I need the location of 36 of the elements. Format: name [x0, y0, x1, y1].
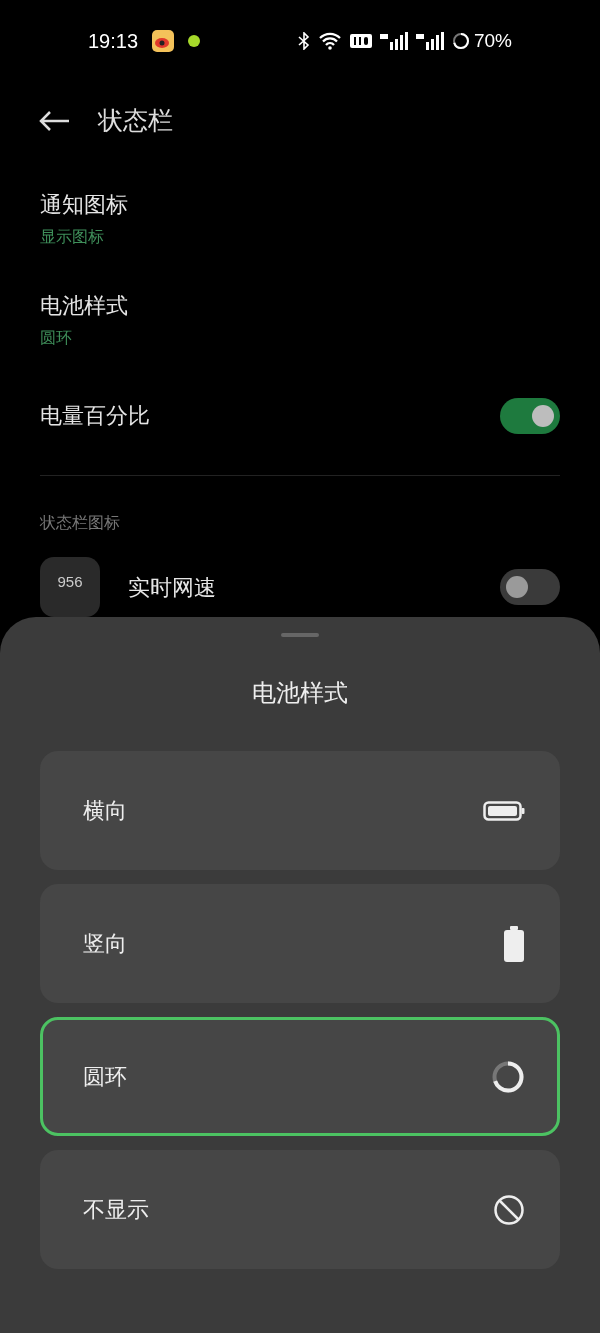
setting-value: 显示图标: [40, 227, 105, 247]
setting-title[interactable]: 通知图标: [40, 188, 560, 221]
toggle-switch[interactable]: [500, 397, 560, 434]
section-title: 状态栏图标: [40, 514, 120, 531]
option-label: 不显示: [83, 1196, 149, 1224]
ring-battery-icon: [491, 1059, 525, 1094]
option-label: 横向: [83, 797, 127, 825]
wifi-icon: [317, 32, 342, 50]
horizontal-battery-icon: [483, 799, 525, 822]
battery-style-option[interactable]: 横向: [40, 751, 560, 870]
prohibited-icon: [493, 1193, 525, 1226]
app-notification-icon: [152, 30, 175, 52]
sheet-title: 电池样式: [252, 678, 348, 708]
battery-style-option[interactable]: 圆环: [40, 1017, 560, 1136]
hd-icon: [349, 33, 372, 49]
cellular-signal-icon: [415, 32, 444, 50]
cellular-signal-icon: [379, 32, 408, 50]
battery-style-option[interactable]: 不显示: [40, 1150, 560, 1269]
setting-title: 实时网速: [128, 573, 216, 602]
status-time: 19:13: [88, 29, 139, 54]
option-label: 圆环: [83, 1063, 127, 1091]
setting-title: 电量百分比: [40, 402, 150, 430]
battery-percentage: 70%: [473, 28, 512, 53]
drag-handle[interactable]: [281, 633, 319, 637]
page-title: 状态栏: [98, 105, 173, 137]
vertical-battery-icon: [503, 925, 525, 962]
setting-value: 圆环: [40, 328, 73, 348]
battery-style-option[interactable]: 竖向: [40, 884, 560, 1003]
option-label: 竖向: [83, 930, 127, 958]
toggle-switch[interactable]: [500, 569, 560, 605]
bluetooth-icon: [297, 32, 310, 50]
battery-ring-icon: [451, 32, 470, 50]
setting-title[interactable]: 电池样式: [40, 289, 560, 322]
back-arrow-icon[interactable]: [38, 110, 70, 132]
dot-icon: [188, 35, 201, 47]
speed-icon: 956: [40, 557, 100, 617]
